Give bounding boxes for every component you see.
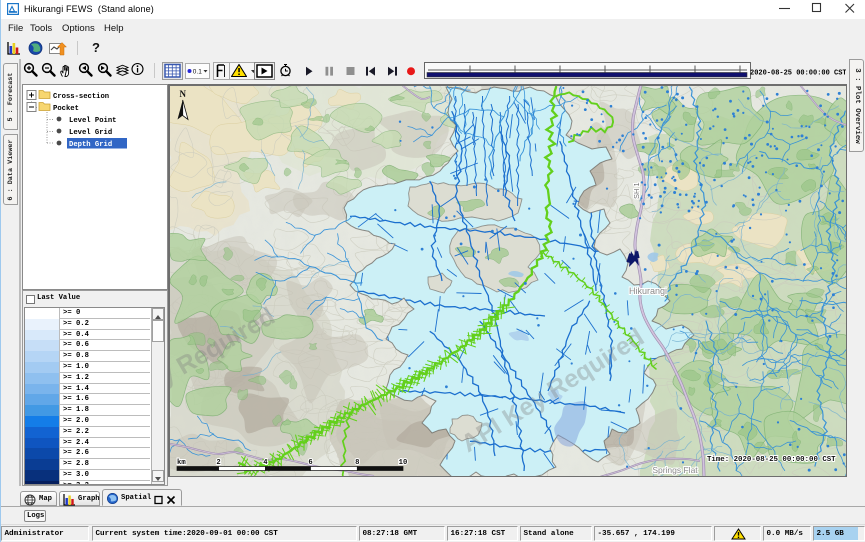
svg-text:SH 1: SH 1 <box>632 182 641 199</box>
svg-text:6: 6 <box>308 459 312 467</box>
svg-text:8: 8 <box>355 459 359 467</box>
svg-text:2020-08-25 00:00:00 CST: 2020-08-25 00:00:00 CST <box>750 70 846 78</box>
svg-text:km: km <box>177 459 186 467</box>
svg-text:Hikurangi: Hikurangi <box>629 286 667 296</box>
svg-text:Cross-section: Cross-section <box>53 93 109 101</box>
svg-text:Pocket: Pocket <box>53 105 79 113</box>
svg-text:N: N <box>179 89 186 99</box>
svg-text:0.1: 0.1 <box>193 69 202 76</box>
svg-text:Level Grid: Level Grid <box>69 129 112 137</box>
svg-text:10: 10 <box>399 459 408 467</box>
svg-text:Level Point: Level Point <box>69 117 116 125</box>
svg-text:Depth Grid: Depth Grid <box>69 141 112 149</box>
svg-text:2: 2 <box>216 459 220 467</box>
svg-text:4: 4 <box>263 459 268 467</box>
svg-text:Time: 2020-08-25 00:00:00 CST: Time: 2020-08-25 00:00:00 CST <box>707 456 836 464</box>
svg-text:Springs Flat: Springs Flat <box>652 465 698 475</box>
